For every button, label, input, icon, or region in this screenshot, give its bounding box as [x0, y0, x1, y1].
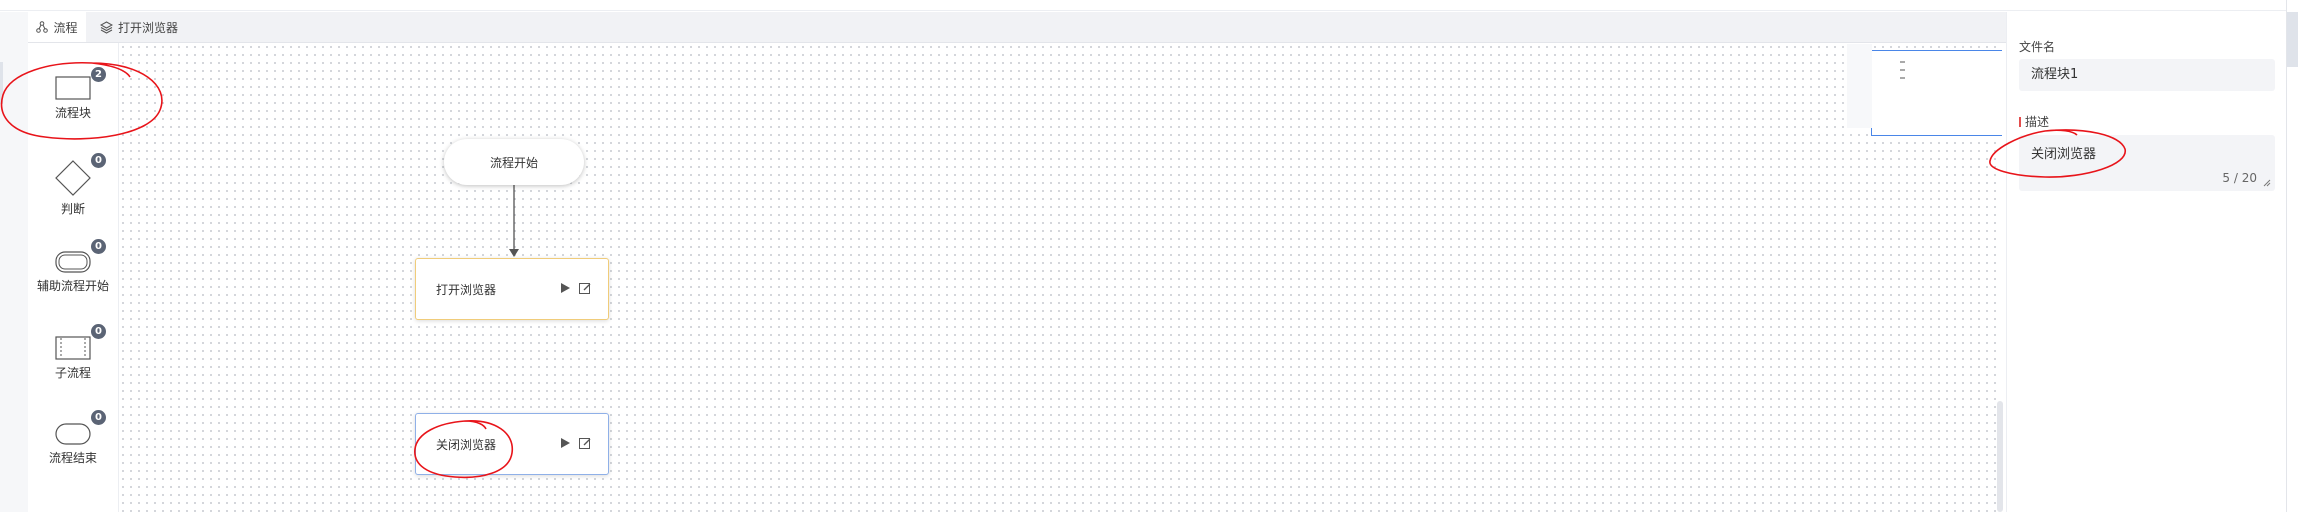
top-strip: [0, 0, 2298, 11]
char-counter: 5 / 20: [2222, 171, 2257, 185]
pill-icon: [55, 423, 91, 445]
rounded-rect-icon: [55, 251, 91, 273]
flow-icon: [36, 21, 49, 33]
required-marker: [2019, 117, 2021, 127]
filename-label: 文件名: [2019, 40, 2056, 54]
run-icon[interactable]: [558, 281, 572, 295]
count-badge: 0: [91, 239, 106, 254]
palette-label: 流程结束: [48, 451, 97, 465]
edge-tab-active[interactable]: [2287, 12, 2298, 67]
tab-flow-label: 流程: [53, 20, 78, 35]
count-badge: 0: [91, 324, 106, 339]
flow-canvas[interactable]: 流程开始 打开浏览器 关闭浏览器: [119, 43, 2003, 512]
block-label: 关闭浏览器: [436, 437, 497, 452]
tab-open-browser[interactable]: 打开浏览器: [100, 12, 196, 42]
process-block-open-browser[interactable]: 打开浏览器: [415, 258, 609, 320]
process-block-close-browser[interactable]: 关闭浏览器: [415, 413, 609, 475]
start-node[interactable]: 流程开始: [444, 139, 584, 185]
start-node-label: 流程开始: [489, 155, 538, 170]
description-label-row: 描述: [2019, 113, 2049, 130]
palette-label: 流程块: [54, 106, 91, 120]
left-rail: [0, 12, 28, 512]
rectangle-icon: [55, 76, 91, 100]
edit-icon[interactable]: [578, 281, 592, 295]
count-badge: 2: [91, 67, 106, 82]
tab-bar: 流程 打开浏览器: [28, 12, 2006, 43]
diamond-icon: [55, 160, 91, 196]
description-textarea[interactable]: 关闭浏览器 5 / 20: [2019, 135, 2275, 191]
palette-item-aux-start[interactable]: 辅助流程开始: [28, 251, 118, 294]
count-badge: 0: [91, 153, 106, 168]
tab-open-browser-label: 打开浏览器: [118, 20, 179, 35]
palette-item-process-block[interactable]: 流程块: [28, 76, 118, 121]
minimap[interactable]: [1847, 44, 2002, 136]
minimap-preview: [1900, 61, 1905, 79]
palette-item-flow-end[interactable]: 流程结束: [28, 423, 118, 466]
count-badge: 0: [91, 410, 106, 425]
edit-icon[interactable]: [578, 436, 592, 450]
palette-item-subprocess[interactable]: 子流程: [28, 336, 118, 381]
right-edge-bar: [2286, 0, 2298, 512]
description-label: 描述: [2025, 115, 2050, 129]
layers-icon: [100, 20, 113, 34]
run-icon[interactable]: [558, 436, 572, 450]
palette-item-decision[interactable]: 判断: [28, 160, 118, 217]
canvas-scrollbar[interactable]: [1997, 401, 2003, 512]
block-label: 打开浏览器: [436, 282, 497, 297]
dotted-rect-icon: [55, 336, 91, 360]
properties-panel: 文件名 流程块1 描述 关闭浏览器 5 / 20: [2006, 12, 2287, 512]
filename-input[interactable]: 流程块1: [2019, 59, 2275, 91]
description-value: 关闭浏览器: [2031, 147, 2097, 162]
palette-label: 判断: [60, 202, 85, 216]
shape-palette: 流程块 2 判断 0 辅助流程开始 0 子流程 0 流程结束 0: [28, 43, 119, 512]
resize-handle-icon[interactable]: [2263, 179, 2271, 187]
palette-label: 子流程: [54, 366, 91, 380]
palette-label: 辅助流程开始: [36, 279, 109, 293]
tab-flow[interactable]: 流程: [28, 12, 86, 42]
rail-selection-marker: [0, 62, 3, 104]
